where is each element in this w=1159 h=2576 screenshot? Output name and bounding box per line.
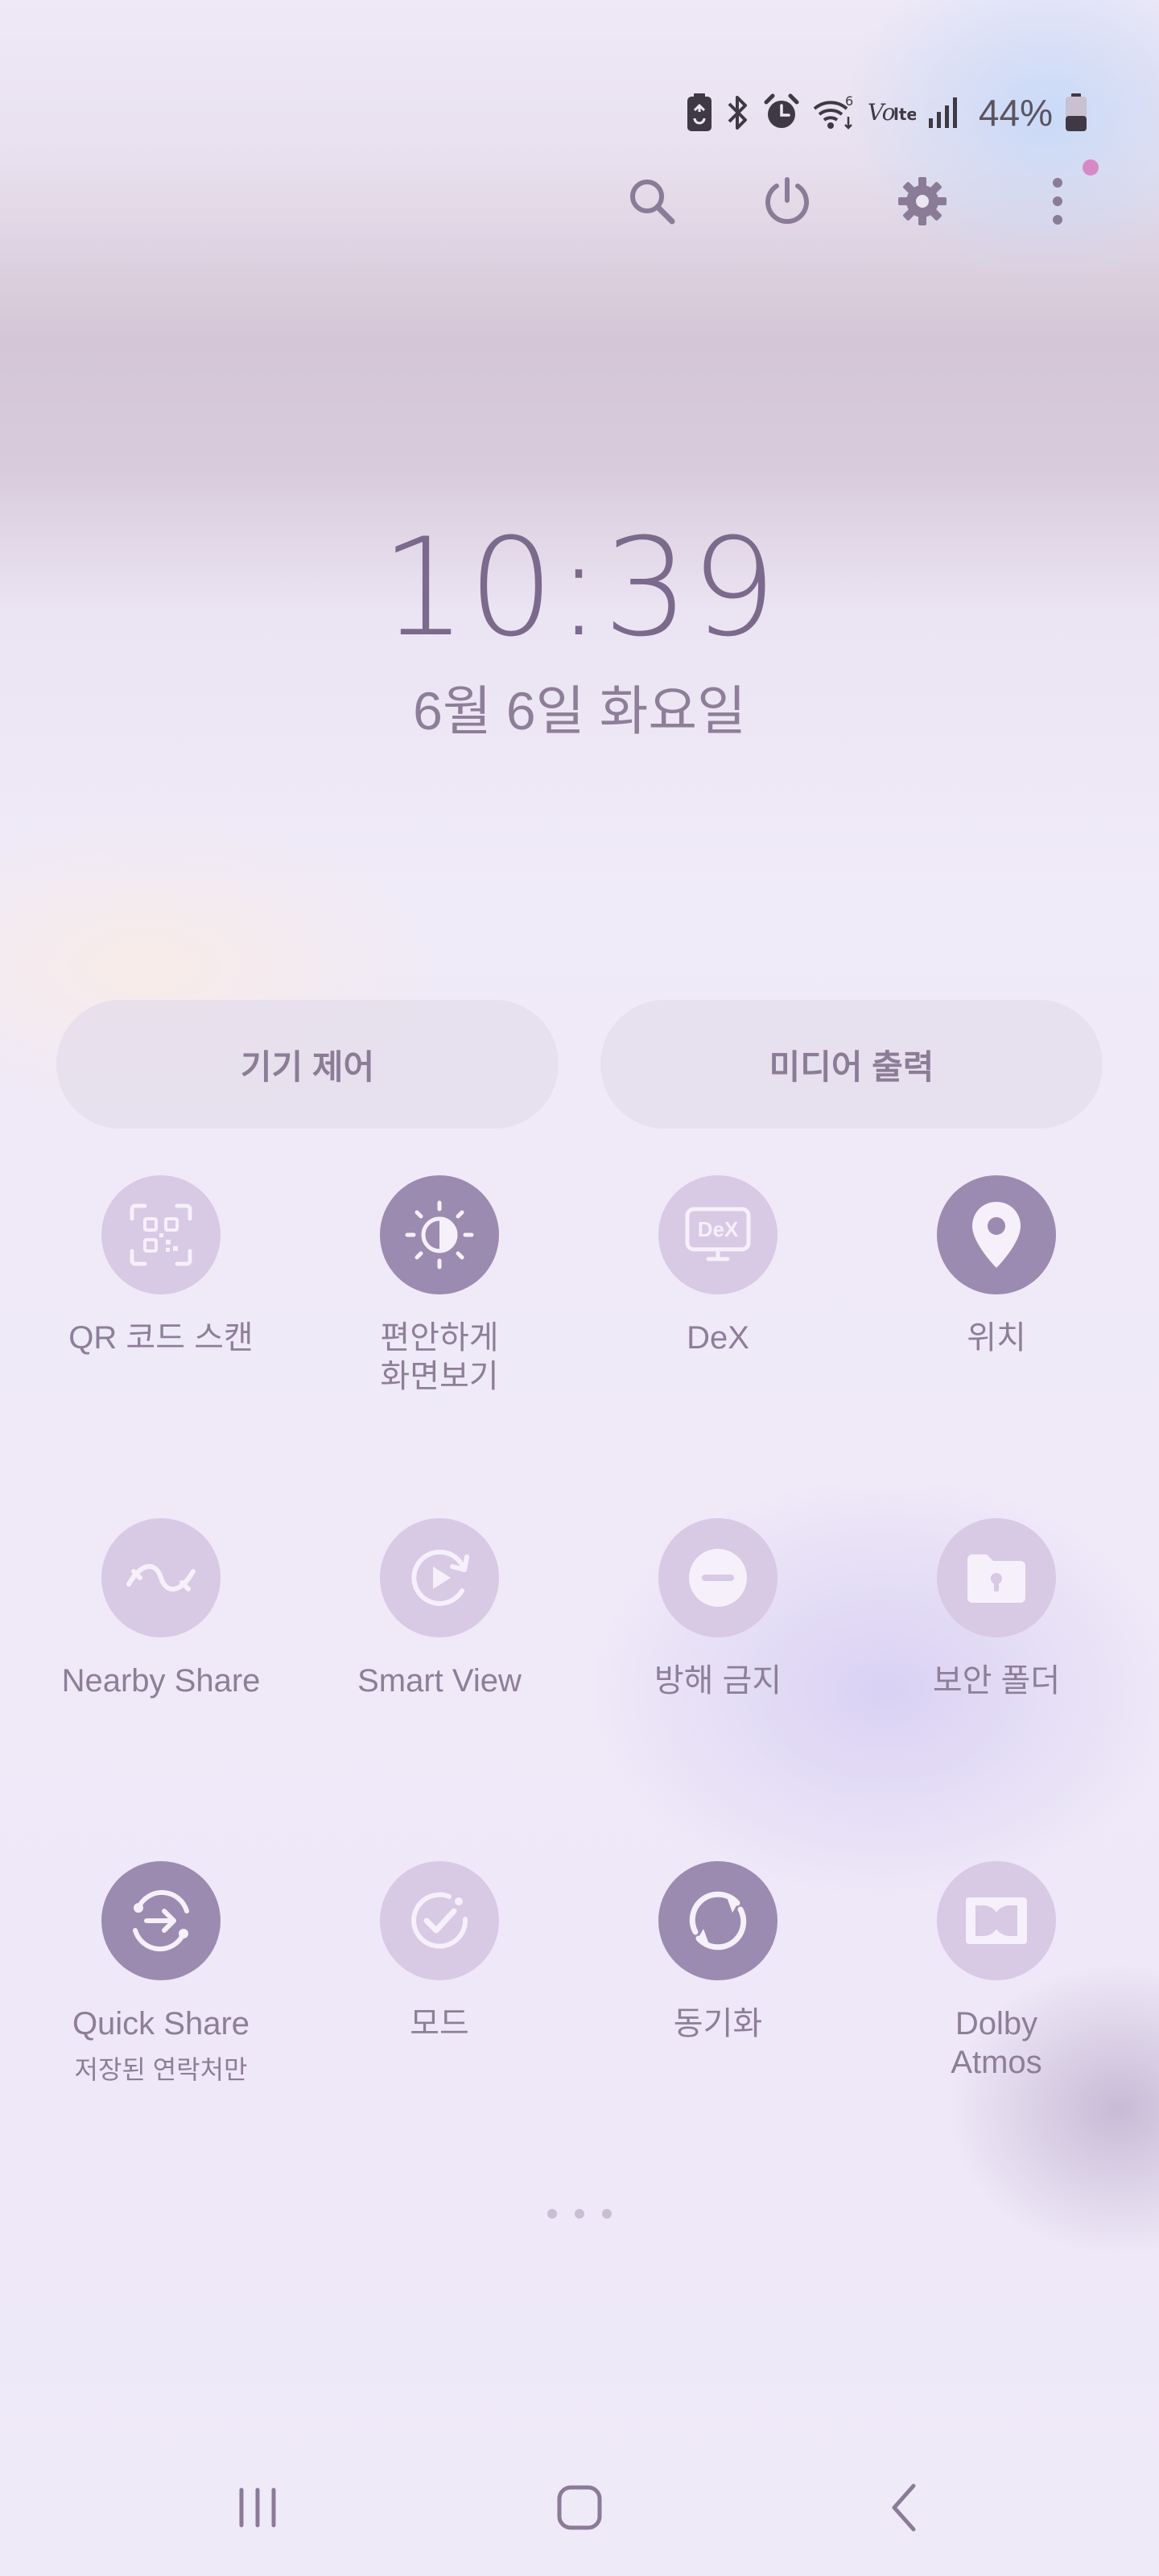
tile-label-line1: Dolby	[955, 2006, 1038, 2041]
search-button[interactable]	[620, 165, 684, 237]
back-button[interactable]	[848, 2463, 961, 2552]
tile-label-line1: 편안하게	[380, 1320, 499, 1356]
settings-button[interactable]	[890, 165, 955, 237]
tile-sublabel: 저장된 연락처만	[74, 2055, 248, 2084]
eye-comfort-icon	[405, 1200, 474, 1269]
battery-percent: 44%	[978, 92, 1053, 134]
volte-icon: Vo lte	[868, 99, 916, 126]
tile-circle	[658, 1518, 777, 1637]
dex-icon: DeX	[685, 1207, 751, 1261]
do-not-disturb-icon	[689, 1549, 747, 1607]
tile-circle	[101, 1861, 221, 1980]
tile-circle	[380, 1175, 499, 1294]
more-options-button[interactable]	[1025, 165, 1090, 237]
secure-folder-icon	[967, 1554, 1025, 1603]
wifi-6-icon: 6	[813, 93, 853, 130]
tile-label: Dolby Atmos	[876, 2004, 1117, 2082]
page-dot	[547, 2209, 557, 2219]
tile-label: 동기화	[673, 2006, 763, 2041]
top-actions	[620, 165, 1103, 237]
tile-eye-comfort[interactable]: 편안하게 화면보기	[319, 1175, 560, 1449]
battery-saver-icon	[687, 93, 711, 131]
battery-icon	[1066, 93, 1087, 131]
power-button[interactable]	[755, 165, 819, 237]
tile-qr-code-scan[interactable]: QR 코드 스캔	[40, 1175, 282, 1449]
tile-label: 모드	[410, 2006, 469, 2041]
tile-dex[interactable]: DeX DeX	[597, 1175, 839, 1449]
home-button[interactable]	[523, 2463, 636, 2552]
quick-share-icon	[133, 1889, 189, 1952]
tile-label: QR 코드 스캔	[68, 1320, 254, 1356]
tile-circle	[380, 1518, 499, 1637]
nearby-share-icon	[126, 1563, 196, 1592]
volte-label: Vo	[868, 99, 896, 126]
alarm-icon	[764, 93, 799, 128]
tile-quick-share[interactable]: Quick Share 저장된 연락처만	[40, 1861, 282, 2135]
tile-circle: DeX	[658, 1175, 777, 1294]
navigation-bar	[0, 2463, 1159, 2552]
more-vertical-icon	[1053, 178, 1062, 225]
tile-label-line2: 화면보기	[380, 1359, 499, 1394]
status-bar: 6 Vo lte 44%	[686, 87, 1088, 138]
tile-nearby-share[interactable]: Nearby Share	[40, 1518, 282, 1792]
modes-icon	[411, 1892, 468, 1949]
qr-code-scan-icon	[130, 1203, 192, 1266]
tile-circle	[937, 1518, 1056, 1637]
tile-dolby-atmos[interactable]: Dolby Atmos	[876, 1861, 1117, 2135]
tile-modes[interactable]: 모드	[319, 1861, 560, 2135]
tile-do-not-disturb[interactable]: 방해 금지	[597, 1518, 839, 1792]
page-dot	[575, 2209, 584, 2219]
tile-circle	[937, 1175, 1056, 1294]
tile-circle	[658, 1861, 777, 1980]
dex-icon-text: DeX	[698, 1217, 739, 1241]
tile-circle	[101, 1518, 221, 1637]
home-icon	[557, 2485, 602, 2530]
tile-circle	[101, 1175, 221, 1294]
page-dot	[602, 2209, 612, 2219]
tile-label: 위치	[967, 1320, 1026, 1356]
smart-view-icon	[411, 1549, 469, 1606]
wifi-6-label: 6	[845, 93, 853, 109]
tile-smart-view[interactable]: Smart View	[319, 1518, 560, 1792]
location-pin-icon	[972, 1202, 1021, 1268]
back-icon	[892, 2483, 916, 2532]
search-icon	[630, 180, 675, 225]
power-icon	[765, 177, 809, 225]
device-control-button[interactable]: 기기 제어	[56, 1000, 559, 1129]
tile-label: Nearby Share	[61, 1663, 261, 1699]
tile-label-line2: Atmos	[951, 2045, 1042, 2080]
volte-sub-label: lte	[893, 105, 916, 124]
sync-icon	[689, 1891, 747, 1951]
media-output-button[interactable]: 미디어 출력	[600, 1000, 1103, 1129]
tile-label: DeX	[687, 1320, 749, 1356]
gear-icon	[898, 177, 947, 225]
tile-circle	[380, 1861, 499, 1980]
clock-date: 6월 6일 화요일	[413, 681, 746, 741]
tile-label: 방해 금지	[654, 1663, 782, 1699]
tile-label: Quick Share	[72, 2006, 250, 2041]
dolby-atmos-icon	[966, 1897, 1027, 1944]
recent-apps-button[interactable]	[201, 2463, 314, 2552]
tile-label: 편안하게 화면보기	[319, 1319, 560, 1396]
tile-label: Smart View	[357, 1663, 522, 1699]
tile-secure-folder[interactable]: 보안 폴더	[876, 1518, 1117, 1792]
tile-circle	[937, 1861, 1056, 1980]
tile-sync[interactable]: 동기화	[597, 1861, 839, 2135]
tile-label: 보안 폴더	[932, 1663, 1061, 1699]
clock-time: 10:39	[380, 509, 779, 667]
bluetooth-icon	[728, 96, 747, 130]
recent-apps-icon	[239, 2487, 276, 2528]
signal-icon	[928, 97, 957, 128]
notification-dot	[1083, 159, 1099, 175]
page-indicator[interactable]	[547, 2207, 612, 2220]
tile-location[interactable]: 위치	[876, 1175, 1117, 1449]
